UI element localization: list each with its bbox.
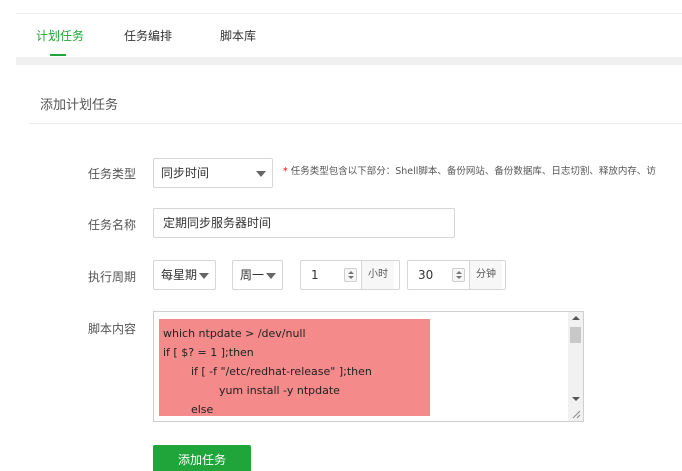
minute-stepper-icon[interactable] xyxy=(452,268,465,282)
active-tab-indicator xyxy=(50,54,66,56)
scroll-up-icon[interactable] xyxy=(572,316,580,320)
panel-title: 添加计划任务 xyxy=(40,98,119,113)
task-type-select[interactable]: 同步时间 xyxy=(153,158,273,188)
task-type-hint-text: 任务类型包含以下部分：Shell脚本、备份网站、备份数据库、日志切割、释放内存、… xyxy=(290,166,656,177)
panel-divider xyxy=(30,123,682,124)
task-name-input[interactable]: 定期同步服务器时间 xyxy=(153,208,455,238)
tab-bar: 计划任务 任务编排 脚本库 xyxy=(16,13,682,57)
hour-stepper-icon[interactable] xyxy=(344,268,357,282)
scroll-down-icon[interactable] xyxy=(572,397,580,401)
minute-unit: 分钟 xyxy=(469,261,502,289)
hour-input[interactable]: 1 xyxy=(311,261,319,289)
minute-input[interactable]: 30 xyxy=(418,261,433,289)
hour-input-group: 1 小时 xyxy=(300,260,400,290)
script-label: 脚本内容 xyxy=(87,322,136,336)
task-name-label: 任务名称 xyxy=(87,218,136,232)
tab-task-orchestration[interactable]: 任务编排 xyxy=(124,27,172,44)
cycle-period-select[interactable]: 每星期 xyxy=(153,260,216,290)
add-task-button[interactable]: 添加任务 xyxy=(153,445,251,471)
chevron-down-icon xyxy=(199,273,209,279)
script-textarea[interactable]: which ntpdate > /dev/null if [ $? = 1 ];… xyxy=(153,311,584,422)
minute-input-group: 30 分钟 xyxy=(407,260,506,290)
tab-script-library[interactable]: 脚本库 xyxy=(220,27,256,44)
chevron-down-icon xyxy=(256,171,266,177)
weekday-value: 周一 xyxy=(240,268,265,282)
chevron-down-icon xyxy=(266,273,276,279)
resize-handle-icon[interactable] xyxy=(571,409,581,419)
task-type-hint: * 任务类型包含以下部分：Shell脚本、备份网站、备份数据库、日志切割、释放内存… xyxy=(283,163,682,177)
script-scrollbar[interactable] xyxy=(568,312,583,421)
task-type-value: 同步时间 xyxy=(161,166,210,180)
task-type-label: 任务类型 xyxy=(87,167,136,181)
cycle-label: 执行周期 xyxy=(87,270,136,284)
weekday-select[interactable]: 周一 xyxy=(232,260,283,290)
required-mark: * xyxy=(283,166,288,177)
cycle-period-value: 每星期 xyxy=(161,268,198,282)
script-code: which ntpdate > /dev/null if [ $? = 1 ];… xyxy=(163,327,372,416)
tab-scheduled-tasks[interactable]: 计划任务 xyxy=(36,27,84,44)
hour-unit: 小时 xyxy=(361,261,394,289)
scroll-thumb[interactable] xyxy=(570,327,581,343)
tabs-separator xyxy=(16,57,682,65)
